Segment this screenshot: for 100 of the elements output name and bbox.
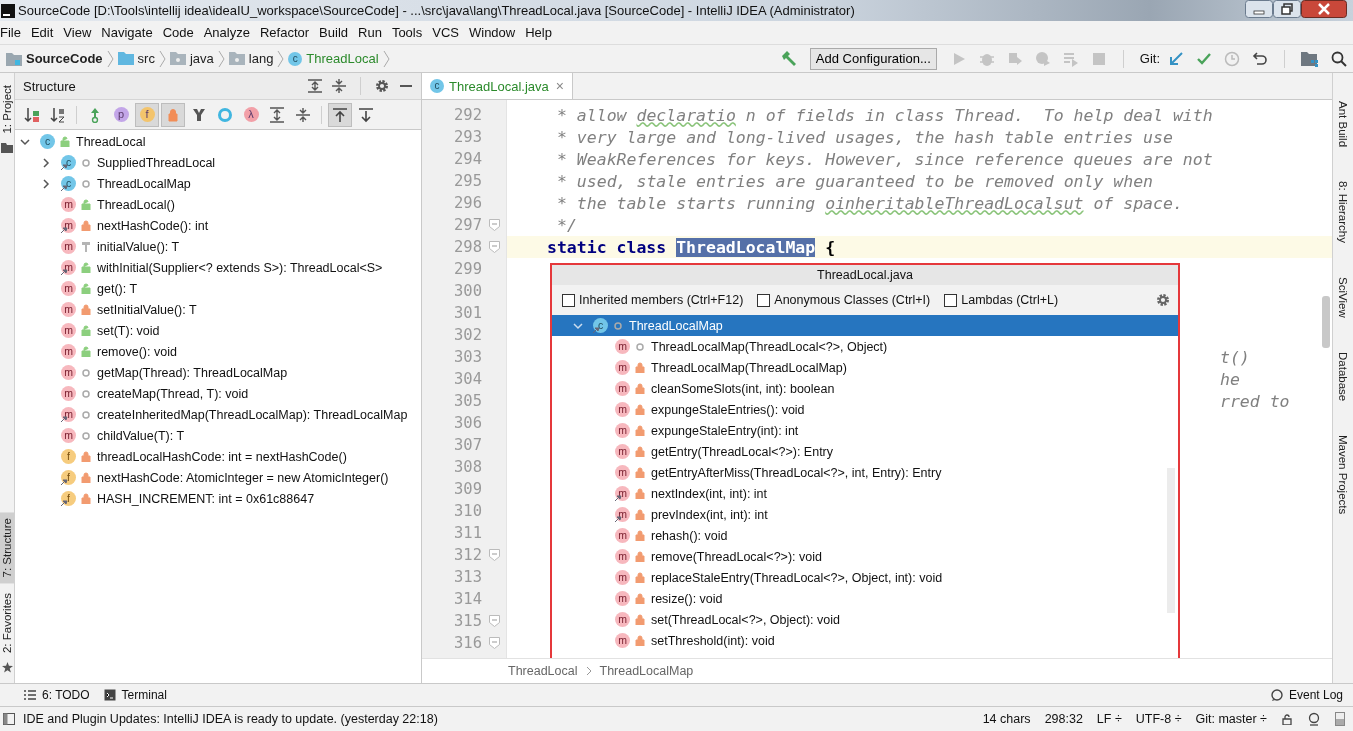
settings-icon[interactable] [1156,293,1170,307]
event-log-tab[interactable]: Event Log [1288,688,1343,702]
lock-toggle[interactable] [161,102,185,127]
status-item[interactable]: 14 chars [982,712,1031,726]
fold-marker-icon[interactable] [489,241,500,253]
tree-row[interactable]: m expungeStaleEntry(int): int [552,420,1178,441]
status-item[interactable]: LF ÷ [1096,712,1122,726]
tree-item[interactable]: withInitial(Supplier<? extends S>): ThreadLocal<S> [97,260,383,275]
tree-item[interactable]: childValue(T): T [97,428,185,443]
lock-icon[interactable] [1281,713,1293,725]
menu-item[interactable]: Run [353,23,387,42]
menu-item[interactable]: Edit [25,23,59,42]
status-message[interactable]: IDE and Plugin Updates: IntelliJ IDEA is ready to update. (yesterday 22:18) [23,712,438,726]
editor-tab[interactable]: c ThreadLocal.java × [422,73,573,99]
fold-marker-icon[interactable] [489,219,500,231]
tree-row[interactable]: m expungeStaleEntries(): void [552,399,1178,420]
tree-item[interactable]: getMap(Thread): ThreadLocalMap [97,365,288,380]
settings-icon[interactable] [375,79,389,93]
menu-item[interactable]: Refactor [254,23,315,42]
tree-row[interactable]: m cleanSomeSlots(int, int): boolean [552,378,1178,399]
tool-window-tab[interactable]: 6: TODO [42,688,90,702]
menu-item[interactable]: Code [157,23,199,42]
breadcrumb-item[interactable]: ThreadLocal [508,664,578,678]
search-icon[interactable] [1331,50,1347,67]
menu-item[interactable]: Build [314,23,353,42]
menu-item[interactable]: Window [463,23,521,42]
tree-row[interactable]: m setThreshold(int): void [552,630,1178,651]
breadcrumb-item[interactable]: java [189,51,214,66]
tree-item[interactable]: setInitialValue(): T [97,302,197,317]
favorites-tab[interactable]: 2: Favorites [0,586,14,659]
tree-row[interactable]: m nextIndex(int, int): int [552,483,1178,504]
terminal-icon[interactable] [103,689,116,701]
tree-row[interactable]: m set(ThreadLocal<?>, Object): void [552,609,1178,630]
menu-item[interactable]: VCS [427,23,464,42]
tree-item[interactable]: SuppliedThreadLocal [97,155,216,170]
close-icon[interactable]: × [555,78,564,94]
breadcrumb-item[interactable]: ThreadLocal [306,51,379,66]
tool-window-tab[interactable]: SciView [1337,271,1349,324]
status-item[interactable]: Git: master ÷ [1195,712,1267,726]
tree-row[interactable]: m rehash(): void [552,525,1178,546]
tree-item[interactable]: createMap(Thread, T): void [97,386,249,401]
fold-marker-icon[interactable] [489,549,500,561]
speech-bubble-icon[interactable] [1270,689,1283,701]
option-checkbox[interactable]: Lambdas (Ctrl+L) [944,293,1059,307]
tree-item[interactable]: ThreadLocal [76,134,146,149]
tool-window-tab[interactable]: 8: Hierarchy [1337,175,1349,250]
tree-row[interactable]: m remove(ThreadLocal<?>): void [552,546,1178,567]
breadcrumb-item[interactable]: ThreadLocalMap [599,664,694,678]
tree-row[interactable]: m getEntry(ThreadLocal<?>): Entry [552,441,1178,462]
collapse-all-icon[interactable] [332,79,346,93]
list-icon[interactable] [24,689,36,701]
tool-windows-icon[interactable] [3,713,15,725]
tree-item[interactable]: threadLocalHashCode: int = nextHashCode() [97,449,347,464]
scroll-to-toggle[interactable] [328,102,352,127]
memory-indicator[interactable] [1335,712,1345,726]
tree-item[interactable]: set(T): void [97,323,160,338]
filter-toggle[interactable]: λ [239,102,263,127]
menu-item[interactable]: File [0,23,26,42]
expand-all-icon[interactable] [308,79,322,93]
fold-marker-icon[interactable] [489,615,500,627]
tree-row[interactable]: m ThreadLocalMap(ThreadLocal<?>, Object) [552,336,1178,357]
filter-toggle[interactable]: f [135,102,159,127]
tree-item[interactable]: nextHashCode: AtomicInteger = new AtomicInteger() [97,470,389,485]
breadcrumb-item[interactable]: SourceCode [26,51,103,66]
undo-icon[interactable] [1252,50,1268,67]
tree-row[interactable]: m resize(): void [552,588,1178,609]
hammer-icon[interactable] [779,49,798,68]
tree-item[interactable]: HASH_INCREMENT: int = 0x61c88647 [97,491,315,506]
tree-row[interactable]: m replaceStaleEntry(ThreadLocal<?>, Object, int): void [552,567,1178,588]
tree-row[interactable]: m prevIndex(int, int): int [552,504,1178,525]
tree-item[interactable]: initialValue(): T [97,239,180,254]
close-button[interactable] [1301,0,1347,18]
tree-item[interactable]: nextHashCode(): int [97,218,209,233]
tree-row[interactable]: c ThreadLocalMap [552,315,1178,336]
fold-marker-icon[interactable] [489,637,500,649]
menu-item[interactable]: Tools [386,23,428,42]
tree-item[interactable]: get(): T [97,281,138,296]
menu-item[interactable]: View [58,23,97,42]
menu-item[interactable]: Help [520,23,557,42]
project-structure-icon[interactable] [1301,50,1319,67]
breadcrumb-item[interactable]: src [137,51,155,66]
tree-item[interactable]: ThreadLocalMap [97,176,191,191]
maximize-button[interactable] [1273,0,1301,18]
filter-toggle[interactable]: p [109,102,133,127]
tree-item[interactable]: remove(): void [97,344,177,359]
tool-window-tab[interactable]: Maven Projects [1337,428,1349,521]
option-checkbox[interactable]: Anonymous Classes (Ctrl+I) [757,293,931,307]
tree-item[interactable]: ThreadLocal() [97,197,175,212]
structure-tab[interactable]: 7: Structure [0,512,14,584]
breadcrumb-item[interactable]: lang [248,51,274,66]
tool-window-tab[interactable]: Database [1337,345,1349,407]
update-project-icon[interactable] [1168,50,1184,67]
inspector-icon[interactable] [1307,712,1321,726]
menu-item[interactable]: Navigate [96,23,158,42]
menu-item[interactable]: Analyze [198,23,255,42]
tool-window-tab[interactable]: Terminal [121,688,167,702]
project-tab[interactable]: 1: Project [0,79,14,140]
tree-item[interactable]: createInheritedMap(ThreadLocalMap): ThreadLocalMap [97,407,408,422]
status-item[interactable]: 298:32 [1044,712,1083,726]
tree-row[interactable]: m getEntryAfterMiss(ThreadLocal<?>, int, Entry): Entry [552,462,1178,483]
